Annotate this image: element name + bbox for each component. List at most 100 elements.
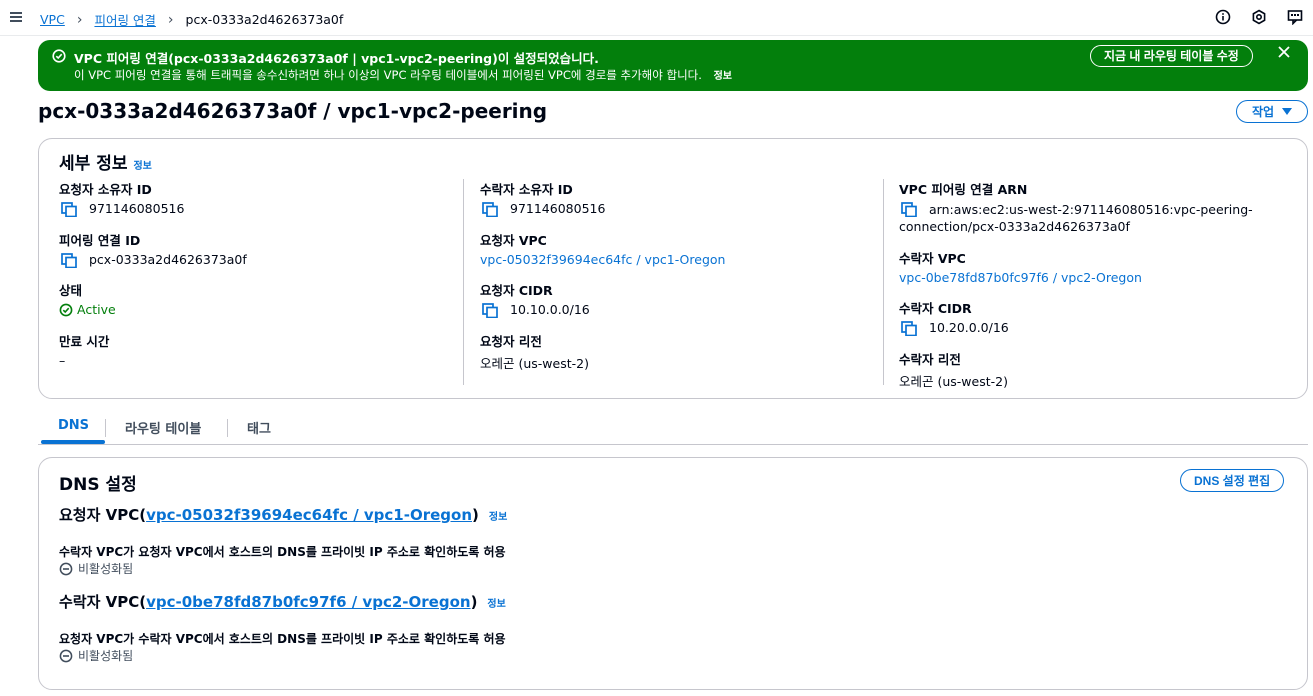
requester-vpc-field: 요청자 VPC vpc-05032f39694ec64fc / vpc1-Ore… xyxy=(480,230,870,267)
tab-divider xyxy=(227,419,228,437)
accepter-vpc-heading-link[interactable]: vpc-0be78fd87b0fc97f6 / vpc2-Oregon xyxy=(146,593,470,611)
flash-body: 이 VPC 피어링 연결을 통해 트래픽을 송수신하려면 하나 이상의 VPC … xyxy=(74,67,732,83)
disabled-icon xyxy=(59,649,73,662)
field-value: – xyxy=(59,353,66,368)
heading-suffix: ) xyxy=(470,593,478,611)
requester-vpc-heading: 요청자 VPC(vpc-05032f39694ec64fc / vpc1-Ore… xyxy=(59,504,507,525)
field-label: 수락자 리전 xyxy=(899,352,961,367)
breadcrumb: VPC › 피어링 연결 › pcx-0333a2d4626373a0f xyxy=(40,10,343,29)
expiry-field: 만료 시간 – xyxy=(59,331,449,368)
tab-bar: DNS 라우팅 테이블 태그 xyxy=(38,411,1308,445)
chevron-right-icon: › xyxy=(167,11,174,28)
accepter-info-link[interactable]: 정보 xyxy=(487,599,505,610)
details-title-text: 세부 정보 xyxy=(59,154,128,174)
field-label: 수락자 CIDR xyxy=(899,301,972,316)
field-label: 수락자 소유자 ID xyxy=(480,182,573,197)
field-value: 971146080516 xyxy=(510,201,606,216)
flash-info-link[interactable]: 정보 xyxy=(714,71,732,82)
chevron-right-icon: › xyxy=(76,11,83,28)
field-label: 요청자 CIDR xyxy=(480,283,553,298)
disabled-icon xyxy=(59,562,73,575)
requester-cidr-field: 요청자 CIDR 10.10.0.0/16 xyxy=(480,280,870,318)
arn-value-line-2: connection/pcx-0333a2d4626373a0f xyxy=(899,219,1130,234)
copy-icon[interactable] xyxy=(482,202,498,217)
status-text: 비활성화됨 xyxy=(78,649,134,663)
arn-value: arn:aws:ec2:us-west-2:971146080516:vpc-p… xyxy=(899,201,1253,235)
field-value: 오레곤 (us-west-2) xyxy=(480,356,589,371)
tab-route-tables[interactable]: 라우팅 테이블 xyxy=(125,418,201,437)
accepter-vpc-link[interactable]: vpc-0be78fd87b0fc97f6 / vpc2-Oregon xyxy=(899,270,1142,285)
page-title: pcx-0333a2d4626373a0f / vpc1-vpc2-peerin… xyxy=(38,99,548,123)
copy-icon[interactable] xyxy=(901,202,917,217)
caret-down-icon xyxy=(1282,107,1293,115)
copy-icon[interactable] xyxy=(901,321,917,336)
success-flash-banner: VPC 피어링 연결(pcx-0333a2d4626373a0f | vpc1-… xyxy=(38,40,1308,91)
hamburger-menu-icon[interactable] xyxy=(10,12,22,22)
details-info-link[interactable]: 정보 xyxy=(133,161,151,172)
accepter-dns-label: 요청자 VPC가 수락자 VPC에서 호스트의 DNS를 프라이빗 IP 주소로… xyxy=(59,632,506,646)
peering-arn-field: VPC 피어링 연결 ARN arn:aws:ec2:us-west-2:971… xyxy=(899,179,1289,235)
edit-route-tables-button[interactable]: 지금 내 라우팅 테이블 수정 xyxy=(1090,45,1253,67)
feedback-icon[interactable] xyxy=(1287,9,1303,26)
requester-dns-status: 비활성화됨 xyxy=(59,560,133,577)
flash-title: VPC 피어링 연결(pcx-0333a2d4626373a0f | vpc1-… xyxy=(74,51,599,66)
status-text: 비활성화됨 xyxy=(78,562,134,576)
copy-icon[interactable] xyxy=(61,202,77,217)
column-divider xyxy=(463,179,464,385)
field-label: VPC 피어링 연결 ARN xyxy=(899,182,1028,197)
peering-id-field: 피어링 연결 ID pcx-0333a2d4626373a0f xyxy=(59,230,449,268)
actions-dropdown-button[interactable]: 작업 xyxy=(1236,100,1308,123)
field-value: 오레곤 (us-west-2) xyxy=(899,374,1008,389)
details-panel: 세부 정보 정보 요청자 소유자 ID 971146080516 피어링 연결 I… xyxy=(38,138,1308,399)
actions-label: 작업 xyxy=(1251,105,1275,119)
heading-prefix: 요청자 VPC( xyxy=(59,506,147,524)
field-value: 10.10.0.0/16 xyxy=(510,302,590,317)
flash-body-text: 이 VPC 피어링 연결을 통해 트래픽을 송수신하려면 하나 이상의 VPC … xyxy=(74,68,702,82)
accepter-dns-status: 비활성화됨 xyxy=(59,647,133,664)
requester-dns-label: 수락자 VPC가 요청자 VPC에서 호스트의 DNS를 프라이빗 IP 주소로… xyxy=(59,545,506,559)
field-label: 만료 시간 xyxy=(59,334,110,349)
accepter-region-field: 수락자 리전 오레곤 (us-west-2) xyxy=(899,349,1289,390)
column-divider xyxy=(883,179,884,385)
field-label: 피어링 연결 ID xyxy=(59,233,141,248)
tab-tags[interactable]: 태그 xyxy=(247,418,271,437)
requester-info-link[interactable]: 정보 xyxy=(489,512,507,523)
field-value: pcx-0333a2d4626373a0f xyxy=(89,252,247,267)
status-field: 상태 Active xyxy=(59,280,449,317)
status-text: Active xyxy=(77,302,116,317)
status-active-icon xyxy=(59,303,73,316)
requester-owner-field: 요청자 소유자 ID 971146080516 xyxy=(59,179,449,217)
requester-vpc-link[interactable]: vpc-05032f39694ec64fc / vpc1-Oregon xyxy=(480,252,725,267)
arn-value-line-1: arn:aws:ec2:us-west-2:971146080516:vpc-p… xyxy=(929,202,1253,217)
dns-settings-title: DNS 설정 xyxy=(59,475,137,495)
breadcrumb-vpc[interactable]: VPC xyxy=(40,12,65,27)
details-title: 세부 정보 정보 xyxy=(59,149,152,174)
top-icon-group xyxy=(1215,9,1303,26)
accepter-cidr-field: 수락자 CIDR 10.20.0.0/16 xyxy=(899,298,1289,336)
close-icon[interactable] xyxy=(1278,46,1290,61)
copy-icon[interactable] xyxy=(482,303,498,318)
accepter-vpc-heading: 수락자 VPC(vpc-0be78fd87b0fc97f6 / vpc2-Ore… xyxy=(59,591,506,612)
field-label: 요청자 리전 xyxy=(480,334,542,349)
tab-dns[interactable]: DNS xyxy=(58,418,89,433)
status-badge: Active xyxy=(59,302,449,317)
accepter-owner-field: 수락자 소유자 ID 971146080516 xyxy=(480,179,870,217)
settings-icon[interactable] xyxy=(1251,9,1267,25)
tab-divider xyxy=(105,419,106,437)
requester-vpc-heading-link[interactable]: vpc-05032f39694ec64fc / vpc1-Oregon xyxy=(146,506,472,524)
field-value: 971146080516 xyxy=(89,201,185,216)
copy-icon[interactable] xyxy=(61,253,77,268)
requester-region-field: 요청자 리전 오레곤 (us-west-2) xyxy=(480,331,870,372)
breadcrumb-current: pcx-0333a2d4626373a0f xyxy=(185,12,344,27)
dns-settings-panel: DNS 설정 DNS 설정 편집 요청자 VPC(vpc-05032f39694… xyxy=(38,457,1308,690)
edit-dns-settings-button[interactable]: DNS 설정 편집 xyxy=(1180,469,1285,492)
heading-prefix: 수락자 VPC( xyxy=(59,593,147,611)
accepter-vpc-field: 수락자 VPC vpc-0be78fd87b0fc97f6 / vpc2-Ore… xyxy=(899,248,1289,285)
success-check-icon xyxy=(52,49,66,66)
info-icon[interactable] xyxy=(1215,9,1231,25)
field-label: 상태 xyxy=(59,283,83,298)
field-label: 요청자 VPC xyxy=(480,233,547,248)
breadcrumb-peering-connections[interactable]: 피어링 연결 xyxy=(94,10,155,29)
heading-suffix: ) xyxy=(472,506,479,524)
top-navigation-bar: VPC › 피어링 연결 › pcx-0333a2d4626373a0f xyxy=(0,0,1313,36)
